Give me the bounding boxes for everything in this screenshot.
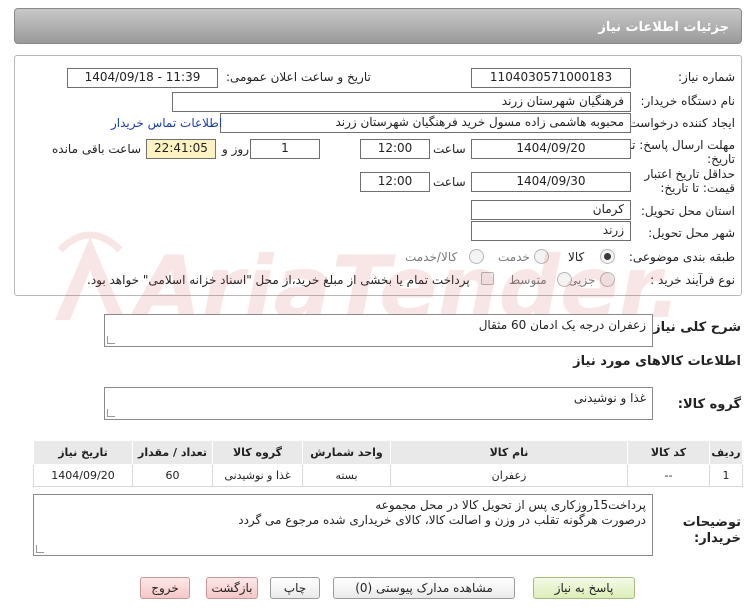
- col-header-row-number: ردیف: [709, 440, 743, 465]
- process-radio-minor[interactable]: [600, 272, 615, 287]
- goods-group-label: گروه کالا:: [677, 397, 741, 412]
- description-label: شرح کلی نیاز:: [647, 320, 741, 335]
- print-button[interactable]: چاپ: [270, 577, 320, 599]
- category-option-service: خدمت: [498, 250, 530, 264]
- cell-goods-group: غذا و نوشیدنی: [212, 464, 303, 487]
- category-radio-goods-service[interactable]: [469, 249, 484, 264]
- category-radio-service[interactable]: [534, 249, 549, 264]
- buyer-notes-line1: پرداخت15روزکاری پس از تحویل کالا در محل …: [375, 498, 646, 512]
- treasury-bonds-checkbox[interactable]: [481, 272, 494, 285]
- deadline-days-field[interactable]: 1: [250, 139, 320, 159]
- col-header-item-code: کد کالا: [627, 440, 710, 465]
- requester-label: ایجاد کننده درخواست:: [624, 116, 735, 130]
- resize-grip-icon[interactable]: [107, 409, 115, 417]
- buyer-notes-label-line1: توضیحات: [682, 515, 741, 530]
- cell-row-number: 1: [709, 464, 743, 487]
- remaining-time-field: 22:41:05: [146, 139, 216, 159]
- resize-grip-icon[interactable]: [36, 545, 44, 553]
- price-validity-date-field[interactable]: 1404/09/30: [471, 172, 631, 192]
- buyer-contact-link[interactable]: اطلاعات تماس خریدار: [111, 116, 222, 130]
- city-field[interactable]: زرند: [471, 221, 631, 241]
- deadline-time-field[interactable]: 12:00: [360, 139, 430, 159]
- deadline-days-label: روز و: [222, 142, 249, 156]
- deadline-label-line1: مهلت ارسال پاسخ: تا: [628, 138, 735, 152]
- need-number-field[interactable]: 1104030571000183: [471, 68, 631, 88]
- buyer-notes-label-line2: خریدار:: [694, 531, 741, 546]
- cell-quantity: 60: [132, 464, 213, 487]
- price-validity-label-line2: قیمت: تا تاریخ:: [660, 181, 735, 195]
- category-label: طبقه بندی موضوعی:: [628, 250, 735, 264]
- price-validity-time-label: ساعت: [433, 175, 466, 189]
- goods-table-header: ردیف کد کالا نام کالا واحد شمارش گروه کا…: [33, 440, 743, 465]
- back-button[interactable]: بازگشت: [206, 577, 258, 599]
- goods-info-title: اطلاعات کالاهای مورد نیاز: [573, 354, 741, 369]
- col-header-unit: واحد شمارش: [302, 440, 391, 465]
- announce-datetime-label: تاریخ و ساعت اعلان عمومی:: [226, 70, 371, 84]
- col-header-need-date: تاریخ نیاز: [33, 440, 133, 465]
- reply-button[interactable]: پاسخ به نیاز: [533, 577, 635, 599]
- province-field[interactable]: کرمان: [471, 200, 631, 220]
- province-label: استان محل تحویل:: [640, 204, 735, 218]
- resize-grip-icon[interactable]: [107, 336, 115, 344]
- buyer-notes-field[interactable]: پرداخت15روزکاری پس از تحویل کالا در محل …: [33, 494, 653, 556]
- requester-field[interactable]: محبوبه هاشمی زاده مسول خرید فرهنگیان شهر…: [220, 113, 631, 133]
- cell-need-date: 1404/09/20: [33, 464, 133, 487]
- page-header: جزئیات اطلاعات نیاز: [14, 8, 742, 44]
- category-option-goods-service: کالا/خدمت: [405, 250, 458, 264]
- deadline-time-label: ساعت: [433, 142, 466, 156]
- price-validity-label-line1: حداقل تاریخ اعتبار: [644, 167, 735, 181]
- category-radio-goods[interactable]: [600, 249, 615, 264]
- treasury-bonds-note: پرداخت تمام یا بخشی از مبلغ خرید،از محل …: [87, 273, 470, 287]
- process-option-medium: متوسط: [509, 273, 547, 287]
- announce-datetime-field[interactable]: 1404/09/18 - 11:39: [67, 68, 218, 88]
- attachments-button[interactable]: مشاهده مدارک پیوستی (0): [333, 577, 515, 599]
- goods-table: ردیف کد کالا نام کالا واحد شمارش گروه کا…: [33, 440, 743, 487]
- goods-group-text: غذا و نوشیدنی: [573, 391, 646, 405]
- goods-group-field[interactable]: غذا و نوشیدنی: [104, 387, 653, 420]
- city-label: شهر محل تحویل:: [648, 226, 735, 240]
- process-option-minor: جزیی: [568, 273, 596, 287]
- remaining-time-label: ساعت باقی مانده: [52, 142, 142, 156]
- deadline-date-field[interactable]: 1404/09/20: [471, 139, 631, 159]
- exit-button[interactable]: خروج: [140, 577, 190, 599]
- col-header-quantity: تعداد / مقدار: [132, 440, 213, 465]
- col-header-goods-group: گروه کالا: [212, 440, 303, 465]
- buyer-org-field[interactable]: فرهنگیان شهرستان زرند: [172, 92, 631, 112]
- page-title: جزئیات اطلاعات نیاز: [598, 20, 729, 35]
- process-label: نوع فرآیند خرید :: [650, 273, 735, 287]
- cell-item-code: --: [627, 464, 710, 487]
- buyer-org-label: نام دستگاه خریدار:: [640, 94, 736, 108]
- cell-unit: بسته: [302, 464, 391, 487]
- table-row[interactable]: 1 -- زعفران بسته غذا و نوشیدنی 60 1404/0…: [33, 464, 743, 487]
- deadline-label-line2: تاریخ:: [707, 152, 735, 166]
- category-option-goods: کالا: [568, 250, 585, 264]
- need-number-label: شماره نیاز:: [678, 70, 735, 84]
- process-radio-medium[interactable]: [557, 272, 572, 287]
- col-header-item-name: نام کالا: [390, 440, 628, 465]
- buyer-notes-line2: درصورت هرگونه تقلب در وزن و اصالت کالا، …: [238, 513, 646, 527]
- price-validity-time-field[interactable]: 12:00: [360, 172, 430, 192]
- description-field[interactable]: زعفران درجه یک ادمان 60 مثقال: [104, 314, 653, 347]
- description-text: زعفران درجه یک ادمان 60 مثقال: [478, 318, 646, 332]
- cell-item-name: زعفران: [390, 464, 628, 487]
